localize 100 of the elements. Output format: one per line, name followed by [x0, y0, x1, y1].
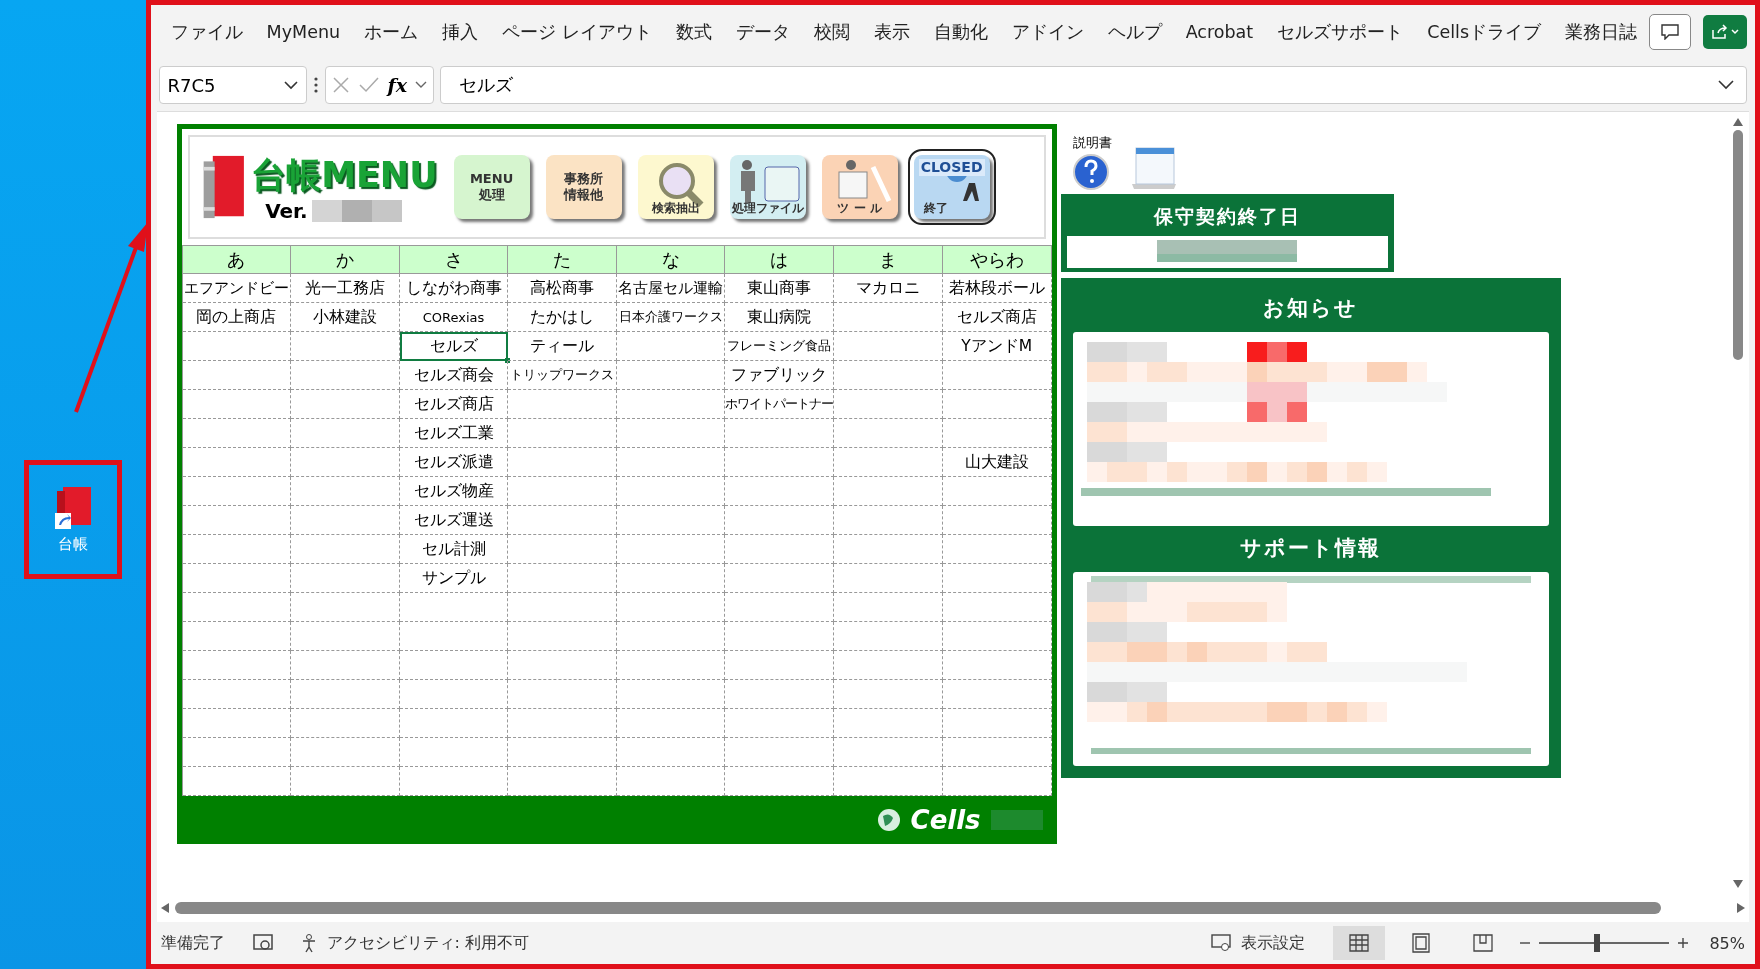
ribbon-tab[interactable]: ホーム [352, 20, 431, 44]
table-cell: 若林段ボール [943, 274, 1052, 303]
table-cell: ティール [508, 332, 617, 361]
globe-icon [876, 808, 901, 832]
table-cell: トリップワークス [508, 361, 617, 390]
column-header: な [616, 245, 726, 274]
scroll-right-icon[interactable] [1737, 903, 1745, 913]
menu-button[interactable]: MENU 処理 [453, 155, 530, 219]
column-header: さ [399, 245, 509, 274]
column-header: は [725, 245, 835, 274]
table-cell: 高松商事 [508, 274, 617, 303]
brand-name: Cells [910, 805, 981, 835]
person-binder-icon [740, 160, 800, 203]
menu-button[interactable]: ツ ー ル [821, 155, 898, 219]
column-header: やらわ [943, 245, 1052, 274]
ribbon-tab[interactable]: Acrobat [1173, 22, 1266, 42]
column-header: あ [182, 245, 292, 274]
insert-function-button[interactable]: fx [387, 74, 408, 96]
caret-icon [283, 80, 298, 90]
ribbon-tab[interactable]: 校閲 [801, 20, 862, 44]
ribbon-tab[interactable]: セルズサポート [1265, 20, 1416, 44]
table-cell: ホワイトパートナー [725, 390, 835, 419]
vertical-scrollbar[interactable] [1733, 130, 1743, 360]
ribbon-tab[interactable]: 業務日誌 [1553, 20, 1649, 44]
table-cell: マカロニ [834, 274, 943, 303]
desktop-icon-label: 台帳 [57, 535, 88, 554]
table-cell: セルズ商店 [943, 303, 1052, 332]
table-cell: エフアンドビー [182, 274, 292, 303]
ribbon-tab[interactable]: Cellsドライブ [1415, 20, 1553, 44]
table-cell: YアンドM [943, 332, 1052, 361]
formula-field[interactable]: セルズ [440, 66, 1747, 104]
menu-button[interactable]: 検索抽出 [637, 155, 714, 219]
column-header: ま [834, 245, 943, 274]
horizontal-scrollbar[interactable] [174, 902, 1661, 914]
table-cell: 名古屋セル運輸 [616, 274, 726, 303]
ribbon-tab[interactable]: ページ レイアウト [490, 20, 664, 44]
ribbon-tab[interactable]: 挿入 [430, 20, 491, 44]
comments-button[interactable] [1649, 14, 1691, 50]
ribbon-tab[interactable]: 自動化 [921, 20, 1000, 44]
page-break-icon [1473, 934, 1494, 952]
table-cell: セルズ商店 [399, 390, 509, 419]
caret-icon [1731, 29, 1739, 35]
more-options-icon[interactable] [312, 76, 319, 94]
table-cell: 東山商事 [725, 274, 835, 303]
view-button[interactable] [1333, 926, 1386, 960]
share-icon [1711, 24, 1729, 40]
check-icon[interactable] [357, 76, 380, 94]
ribbon-tab[interactable]: データ [723, 20, 802, 44]
table-cell: 山大建設 [943, 448, 1052, 477]
macro-record-icon[interactable] [252, 934, 273, 952]
scroll-left-icon[interactable] [160, 903, 169, 913]
table-cell: セルズ工業 [399, 419, 509, 448]
table-cell: ファブリック [725, 361, 835, 390]
ribbon-tab[interactable]: ヘルプ [1095, 20, 1174, 44]
caret-icon [415, 81, 428, 89]
table-cell: セル計測 [399, 535, 509, 564]
table-cell: 日本介護ワークス [616, 303, 726, 332]
display-settings-button[interactable]: 表示設定 [1241, 932, 1306, 954]
display-settings-icon [1211, 934, 1232, 952]
table-cell: セルズ [399, 332, 509, 361]
column-header: た [508, 245, 617, 274]
ribbon-tab[interactable]: 表示 [861, 20, 922, 44]
maintenance-title: 保守契約終了日 [1152, 204, 1302, 229]
table-cell: 岡の上商店 [182, 303, 292, 332]
table-cell: 東山病院 [725, 303, 835, 332]
table-cell: 光一工務店 [291, 274, 400, 303]
ribbon-tab[interactable]: 数式 [663, 20, 724, 44]
version-label: Ver. [265, 198, 308, 223]
table-cell: セルズ物産 [399, 477, 509, 506]
table-cell: サンプル [399, 564, 509, 593]
manual-label: 説明書 [1072, 134, 1112, 152]
column-header: か [291, 245, 400, 274]
menu-button[interactable]: 事務所 情報他 [545, 155, 622, 219]
scroll-down-icon[interactable] [1733, 880, 1743, 888]
share-button[interactable] [1703, 15, 1747, 49]
table-cell: セルズ派遣 [399, 448, 509, 477]
name-box[interactable]: R7C5 [158, 66, 307, 104]
ribbon-tab[interactable]: ファイル [158, 20, 255, 44]
menu-title: 台帳MENU [251, 153, 438, 197]
table-cell: セルズ運送 [399, 506, 509, 535]
support-title: サポート情報 [1239, 535, 1383, 562]
notice-title: お知らせ [1262, 295, 1360, 322]
menu-button[interactable]: 処理ファイル [729, 155, 806, 219]
person-tools-icon [838, 160, 891, 203]
comment-icon [1661, 24, 1679, 40]
table-cell: しながわ商事 [399, 274, 509, 303]
ribbon-tab[interactable]: MyMenu [254, 22, 353, 42]
table-cell: たかはし [508, 303, 617, 332]
scroll-up-icon[interactable] [1733, 118, 1743, 126]
accessibility-status[interactable]: アクセシビリティ: 利用不可 [326, 932, 530, 954]
redacted-text-drawing [990, 810, 1043, 830]
table-cell: 小林建設 [291, 303, 400, 332]
help-icon[interactable] [1072, 154, 1109, 190]
ribbon-tab[interactable]: アドイン [999, 20, 1096, 44]
zoom-in-icon[interactable] [1677, 937, 1690, 949]
zoom-level[interactable]: 85% [1709, 933, 1745, 953]
table-cell: CORexias [399, 303, 509, 332]
status-text: 準備完了 [160, 932, 225, 954]
caret-icon [1718, 80, 1734, 90]
table-cell: フレーミング食品 [725, 332, 835, 361]
